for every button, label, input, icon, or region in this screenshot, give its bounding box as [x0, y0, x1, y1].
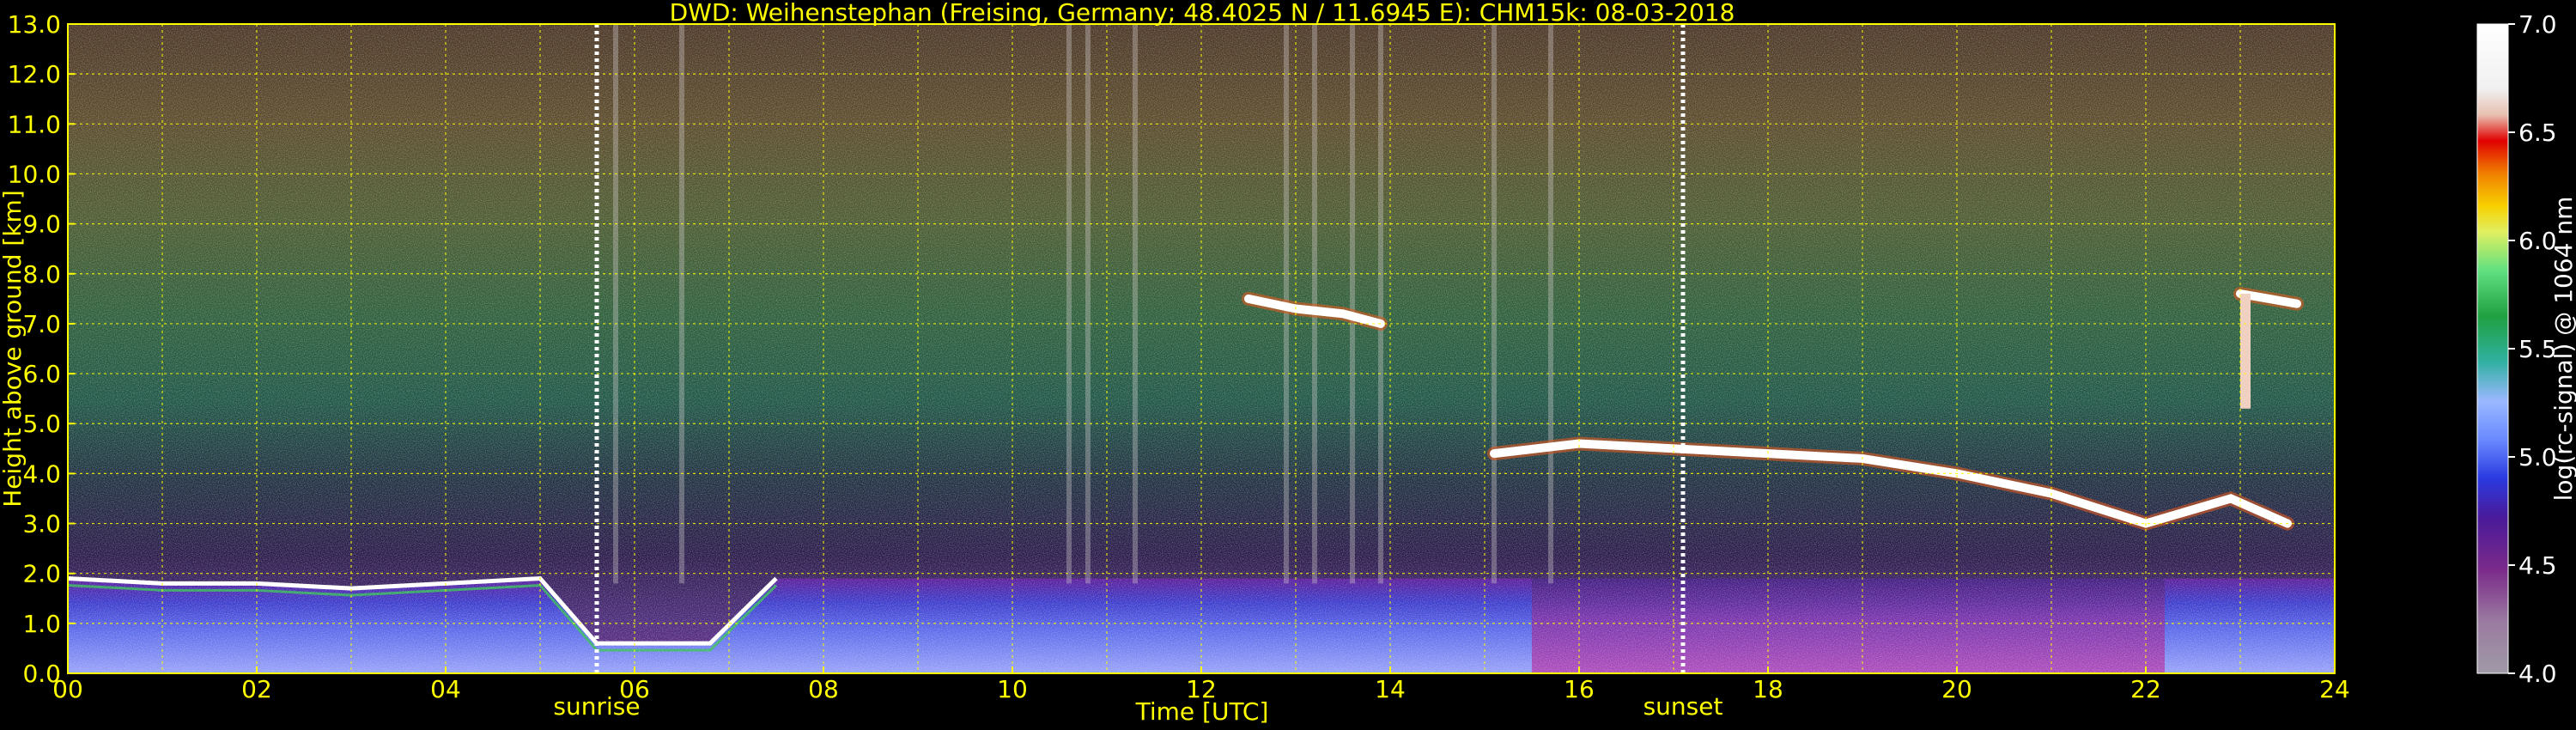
y-tick-label: 8.0	[22, 260, 61, 289]
x-tick-label: 20	[1941, 675, 1972, 703]
plot-area: sunrise sunset00 02 04 06 08 10 12 14 16 18 20 22 240…	[8, 10, 2350, 721]
y-tick-label: 5.0	[22, 410, 61, 438]
precip-streak	[1133, 24, 1138, 584]
colorbar-label: log(rc-signal) @ 1064 nm	[2549, 197, 2576, 502]
precip-streak	[613, 24, 618, 584]
precip-streak	[1492, 24, 1497, 584]
x-tick-label: 16	[1564, 675, 1595, 703]
colorbar-tick-label: 4.0	[2518, 660, 2557, 688]
x-tick-label: 06	[619, 675, 650, 703]
y-tick-label: 0.0	[22, 660, 61, 688]
precip-streak	[1350, 24, 1355, 584]
colorbar-gradient	[2476, 23, 2509, 674]
x-tick-label: 18	[1753, 675, 1783, 703]
chart-title: DWD: Weihenstephan (Freising, Germany; 4…	[670, 0, 1735, 27]
precip-streak	[1378, 24, 1383, 584]
marker-label-sunset: sunset	[1643, 692, 1723, 721]
y-tick-label: 2.0	[22, 560, 61, 588]
x-axis-label: Time [UTC]	[1135, 697, 1269, 726]
y-tick-label: 7.0	[22, 310, 61, 338]
x-tick-label: 08	[808, 675, 839, 703]
y-tick-label: 1.0	[22, 610, 61, 638]
x-tick-label: 02	[241, 675, 272, 703]
y-tick-label: 10.0	[8, 160, 61, 188]
y-tick-label: 13.0	[8, 10, 61, 39]
colorbar-tick-label: 6.5	[2518, 119, 2557, 147]
precip-streak	[679, 24, 684, 584]
y-axis-label: Height above ground [km]	[0, 190, 27, 508]
y-tick-label: 6.0	[22, 360, 61, 388]
precip-streak	[1066, 24, 1072, 584]
colorbar: 4.04.55.05.56.06.57.0	[2476, 10, 2557, 688]
y-tick-label: 3.0	[22, 510, 61, 538]
x-tick-label: 14	[1375, 675, 1406, 703]
x-tick-label: 04	[430, 675, 461, 703]
ceilometer-figure: sunrise sunset00 02 04 06 08 10 12 14 16 18 20 22 240…	[0, 0, 2576, 726]
colorbar-tick-label: 4.5	[2518, 551, 2557, 580]
cirrus-column	[2240, 294, 2251, 409]
y-tick-label: 11.0	[8, 110, 61, 138]
y-tick-label: 12.0	[8, 60, 61, 88]
x-tick-label: 10	[997, 675, 1028, 703]
precip-streak	[1548, 24, 1553, 584]
precip-streak	[1085, 24, 1091, 584]
colorbar-tick-label: 7.0	[2518, 10, 2557, 39]
y-tick-label: 4.0	[22, 459, 61, 488]
x-tick-label: 24	[2319, 675, 2350, 703]
y-tick-label: 9.0	[22, 210, 61, 239]
x-tick-label: 22	[2130, 675, 2161, 703]
